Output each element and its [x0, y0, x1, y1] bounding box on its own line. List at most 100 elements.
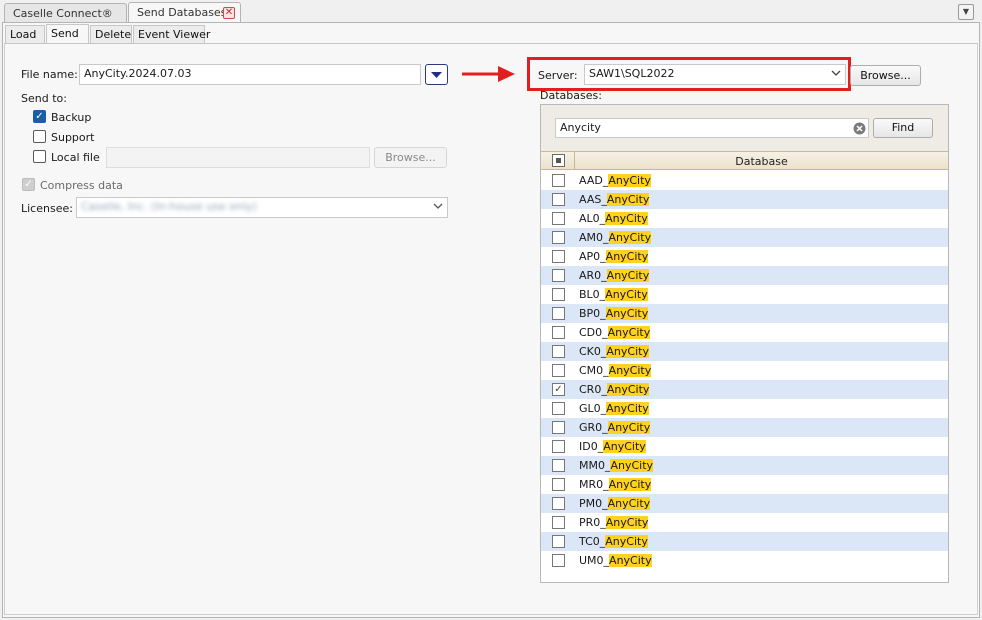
file-name-label: File name: [21, 68, 78, 81]
table-row[interactable]: BP0_AnyCity [541, 304, 948, 323]
search-match-highlight: AnyCity [605, 288, 648, 301]
database-prefix: MR0_ [579, 478, 609, 491]
database-prefix: MM0_ [579, 459, 611, 472]
database-name: PR0_AnyCity [579, 516, 649, 529]
row-checkbox[interactable] [552, 326, 565, 339]
chevron-down-icon [431, 72, 442, 78]
database-name: CM0_AnyCity [579, 364, 652, 377]
licensee-select[interactable]: Caselle, Inc. (In-house use only) [76, 197, 448, 218]
row-checkbox[interactable] [552, 535, 565, 548]
search-match-highlight: AnyCity [606, 345, 649, 358]
table-row[interactable]: AR0_AnyCity [541, 266, 948, 285]
table-row[interactable]: PM0_AnyCity [541, 494, 948, 513]
table-row[interactable]: GL0_AnyCity [541, 399, 948, 418]
row-checkbox[interactable] [552, 193, 565, 206]
clear-icon[interactable] [853, 122, 866, 135]
table-row[interactable]: AP0_AnyCity [541, 247, 948, 266]
database-prefix: CD0_ [579, 326, 608, 339]
row-checkbox[interactable] [552, 364, 565, 377]
table-row[interactable]: AM0_AnyCity [541, 228, 948, 247]
row-checkbox[interactable] [552, 459, 565, 472]
row-checkbox[interactable]: ✓ [552, 383, 565, 396]
tab-label: Caselle Connect® [13, 7, 113, 20]
row-checkbox[interactable] [552, 402, 565, 415]
table-row[interactable]: CD0_AnyCity [541, 323, 948, 342]
row-checkbox[interactable] [552, 421, 565, 434]
find-button[interactable]: Find [873, 118, 933, 138]
database-prefix: AR0_ [579, 269, 607, 282]
table-row[interactable]: MR0_AnyCity [541, 475, 948, 494]
search-match-highlight: AnyCity [606, 383, 650, 396]
search-match-highlight: AnyCity [607, 497, 651, 510]
local-file-label: Local file [51, 151, 100, 164]
row-checkbox[interactable] [552, 478, 565, 491]
search-match-highlight: AnyCity [610, 459, 654, 472]
table-row[interactable]: CK0_AnyCity [541, 342, 948, 361]
tab-delete[interactable]: Delete [90, 25, 132, 43]
table-row[interactable]: AAD_AnyCity [541, 171, 948, 190]
databases-label: Databases: [540, 89, 602, 102]
database-prefix: GL0_ [579, 402, 607, 415]
search-match-highlight: AnyCity [609, 554, 652, 567]
database-name: BL0_AnyCity [579, 288, 648, 301]
database-prefix: CM0_ [579, 364, 609, 377]
row-checkbox[interactable] [552, 250, 565, 263]
table-row[interactable]: CM0_AnyCity [541, 361, 948, 380]
row-checkbox[interactable] [552, 345, 565, 358]
tab-label: Load [10, 28, 37, 41]
database-name: PM0_AnyCity [579, 497, 651, 510]
database-prefix: AL0_ [579, 212, 606, 225]
indeterminate-mark [556, 158, 561, 163]
table-row[interactable]: GR0_AnyCity [541, 418, 948, 437]
table-row[interactable]: UM0_AnyCity [541, 551, 948, 570]
backup-checkbox[interactable]: ✓ [33, 110, 46, 123]
close-icon[interactable]: ✕ [223, 7, 235, 19]
database-name: AAD_AnyCity [579, 174, 651, 187]
table-row[interactable]: ID0_AnyCity [541, 437, 948, 456]
table-row[interactable]: TC0_AnyCity [541, 532, 948, 551]
row-checkbox[interactable] [552, 516, 565, 529]
chevron-down-icon[interactable]: ▼ [958, 4, 974, 20]
support-checkbox[interactable] [33, 130, 46, 143]
row-checkbox[interactable] [552, 231, 565, 244]
database-name: AR0_AnyCity [579, 269, 650, 282]
search-match-highlight: AnyCity [603, 440, 646, 453]
row-checkbox[interactable] [552, 497, 565, 510]
file-name-dropdown-button[interactable] [425, 64, 448, 85]
row-checkbox[interactable] [552, 288, 565, 301]
search-match-highlight: AnyCity [607, 421, 651, 434]
tab-load[interactable]: Load [5, 25, 45, 43]
database-name: AP0_AnyCity [579, 250, 649, 263]
row-checkbox[interactable] [552, 440, 565, 453]
database-name: AL0_AnyCity [579, 212, 648, 225]
table-row[interactable]: BL0_AnyCity [541, 285, 948, 304]
row-checkbox[interactable] [552, 307, 565, 320]
tab-event-viewer[interactable]: Event Viewer [133, 25, 210, 43]
file-name-input[interactable]: AnyCity.2024.07.03 [79, 64, 421, 85]
tab-send-databases[interactable]: Send Databases ✕ [128, 2, 241, 23]
table-row[interactable]: PR0_AnyCity [541, 513, 948, 532]
local-file-checkbox[interactable] [33, 150, 46, 163]
table-row[interactable]: MM0_AnyCity [541, 456, 948, 475]
table-row[interactable]: ✓ CR0_AnyCity [541, 380, 948, 399]
local-file-input [106, 147, 370, 168]
server-browse-button[interactable]: Browse... [850, 65, 921, 86]
database-search-input[interactable]: Anycity [555, 118, 869, 138]
tab-caselle-connect[interactable]: Caselle Connect® [4, 3, 127, 23]
database-grid-header: Database [541, 151, 948, 170]
backup-label: Backup [51, 111, 92, 124]
table-row[interactable]: AAS_AnyCity [541, 190, 948, 209]
row-checkbox[interactable] [552, 174, 565, 187]
row-checkbox[interactable] [552, 554, 565, 567]
select-all-checkbox[interactable] [552, 154, 565, 167]
database-prefix: TC0_ [579, 535, 606, 548]
table-row[interactable]: AL0_AnyCity [541, 209, 948, 228]
database-column-header[interactable]: Database [575, 155, 948, 168]
row-checkbox[interactable] [552, 269, 565, 282]
database-prefix: CK0_ [579, 345, 607, 358]
row-checkbox[interactable] [552, 212, 565, 225]
compress-checkbox: ✓ [22, 178, 35, 191]
licensee-label: Licensee: [21, 202, 73, 215]
tab-send[interactable]: Send [46, 24, 89, 44]
search-match-highlight: AnyCity [606, 402, 649, 415]
